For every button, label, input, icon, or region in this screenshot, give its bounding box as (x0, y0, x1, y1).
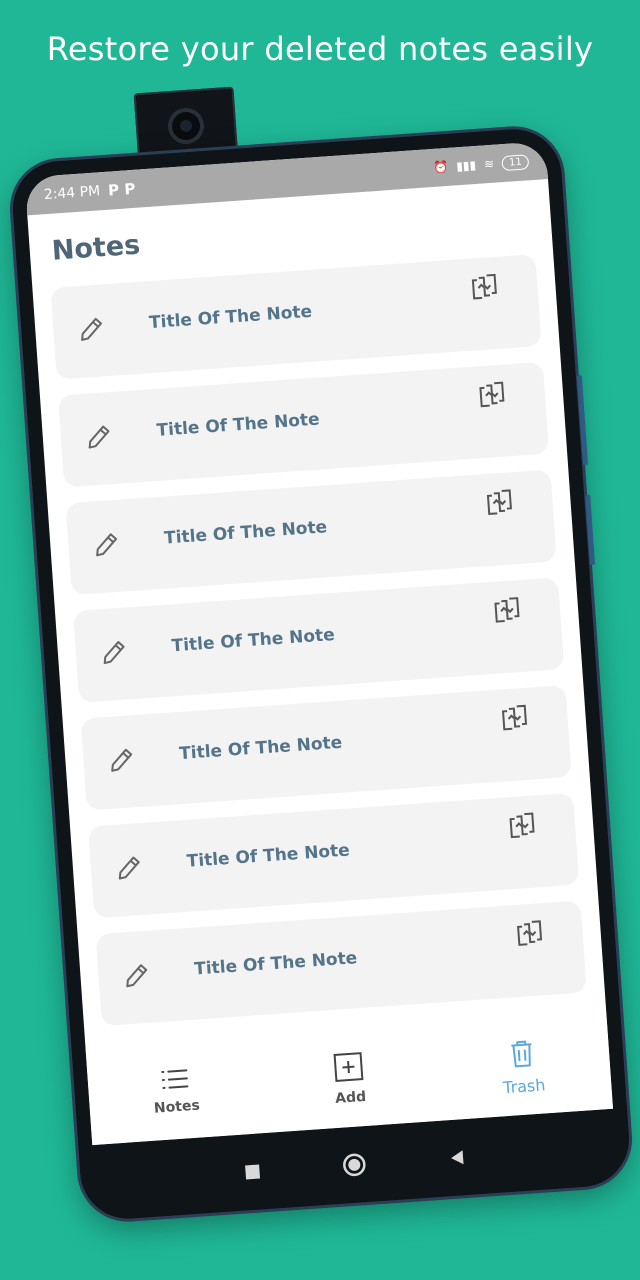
restore-icon[interactable] (491, 594, 523, 626)
pencil-icon[interactable] (114, 853, 144, 883)
note-card[interactable]: Title Of The Note (50, 254, 542, 380)
restore-icon[interactable] (468, 271, 500, 303)
recents-square-icon[interactable] (244, 1163, 261, 1180)
signal-icon: ▮▮▮ (455, 157, 477, 174)
battery-icon: 11 (501, 153, 530, 171)
list-icon (161, 1069, 189, 1089)
page-title: Notes (50, 229, 142, 267)
promo-headline: Restore your deleted notes easily (46, 30, 594, 68)
pencil-icon[interactable] (99, 637, 129, 667)
restore-icon[interactable] (506, 809, 538, 841)
notes-list: Title Of The Note Title Of The Note Title … (50, 254, 588, 1042)
note-title: Title Of The Note (186, 840, 351, 872)
volume-button (576, 375, 589, 466)
nav-add[interactable]: Add (288, 1048, 411, 1110)
home-circle-icon[interactable] (342, 1152, 368, 1178)
restore-icon[interactable] (514, 917, 546, 949)
phone-screen: 2:44 PM P P ⏰ ▮▮▮ ≋ 11 Notes Title Of Th… (24, 141, 614, 1146)
status-app-icons: P P (107, 179, 136, 200)
pencil-icon[interactable] (76, 314, 106, 344)
note-card[interactable]: Title Of The Note (95, 900, 587, 1027)
phone-frame: 2:44 PM P P ⏰ ▮▮▮ ≋ 11 Notes Title Of Th… (9, 126, 633, 1222)
note-title: Title Of The Note (178, 732, 343, 765)
note-title: Title Of The Note (171, 624, 336, 657)
note-card[interactable]: Title Of The Note (65, 469, 557, 596)
status-bar: 2:44 PM P P ⏰ ▮▮▮ ≋ 11 (24, 141, 549, 216)
pencil-icon[interactable] (84, 422, 114, 452)
note-card[interactable]: Title Of The Note (57, 361, 550, 488)
wifi-icon: ≋ (483, 156, 495, 172)
note-title: Title Of The Note (155, 409, 321, 441)
status-indicators: ⏰ ▮▮▮ ≋ 11 (432, 153, 530, 176)
restore-icon[interactable] (476, 378, 508, 410)
note-card[interactable]: Title Of The Note (80, 684, 572, 811)
pencil-icon[interactable] (92, 530, 122, 560)
note-title: Title Of The Note (163, 517, 328, 549)
status-time: 2:44 PM (43, 183, 101, 204)
restore-icon[interactable] (483, 486, 515, 518)
alarm-icon: ⏰ (432, 159, 449, 175)
note-card[interactable]: Title Of The Note (73, 577, 565, 703)
nav-trash-label: Trash (502, 1074, 546, 1097)
nav-trash[interactable]: Trash (461, 1034, 585, 1099)
restore-icon[interactable] (499, 702, 531, 734)
note-card[interactable]: Title Of The Note (88, 792, 580, 919)
nav-add-label: Add (334, 1088, 367, 1108)
trash-icon (511, 1040, 532, 1067)
nav-notes[interactable]: Notes (114, 1063, 237, 1119)
add-icon (333, 1052, 364, 1082)
note-title: Title Of The Note (193, 948, 358, 980)
nav-notes-label: Notes (153, 1097, 201, 1117)
pencil-icon[interactable] (107, 745, 137, 775)
power-button (585, 494, 596, 565)
pencil-icon[interactable] (122, 961, 152, 991)
note-title: Title Of The Note (148, 301, 313, 334)
back-triangle-icon[interactable] (447, 1148, 466, 1167)
camera-lens-icon (166, 106, 206, 146)
